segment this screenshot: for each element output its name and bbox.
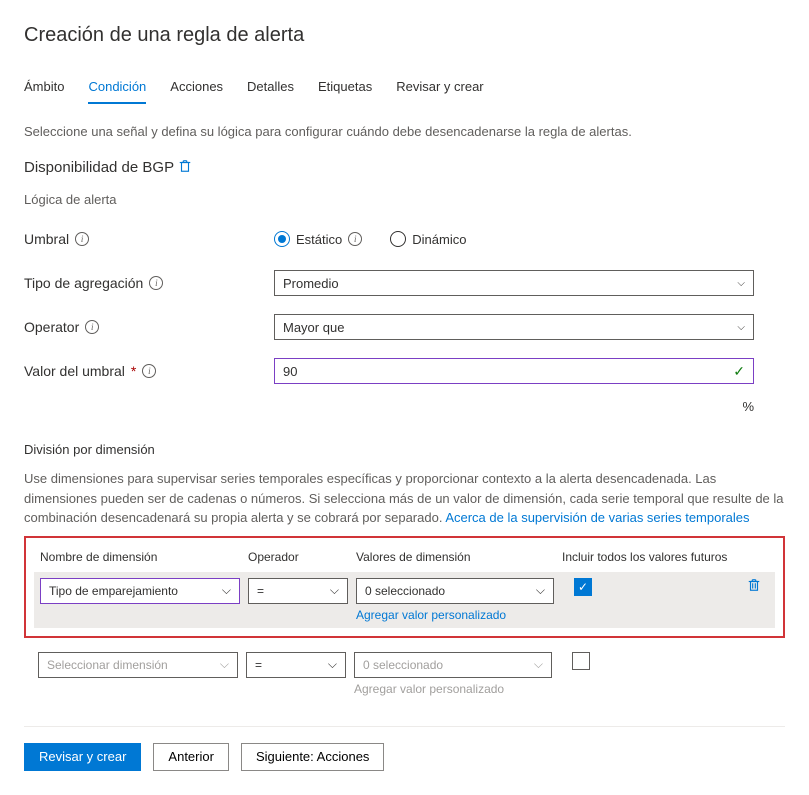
chevron-down-icon: ⌵ xyxy=(222,583,231,598)
chevron-down-icon: ⌵ xyxy=(330,583,339,598)
header-values: Valores de dimensión xyxy=(356,550,562,564)
review-create-button[interactable]: Revisar y crear xyxy=(24,743,141,771)
threshold-label: Umbral xyxy=(24,231,69,247)
threshold-suffix: % xyxy=(24,399,754,414)
add-custom-value-link[interactable]: Agregar valor personalizado xyxy=(356,608,554,622)
page-title: Creación de una regla de alerta xyxy=(24,24,785,47)
next-button[interactable]: Siguiente: Acciones xyxy=(241,743,384,771)
threshold-value-input[interactable]: 90 ✓ xyxy=(274,358,754,384)
operator-label: Operator xyxy=(24,319,79,335)
dimension-table-header: Nombre de dimensión Operador Valores de … xyxy=(34,546,775,572)
threshold-value: 90 xyxy=(283,364,297,379)
tabs-nav: Ámbito Condición Acciones Detalles Etiqu… xyxy=(24,79,785,104)
tab-tags[interactable]: Etiquetas xyxy=(318,79,372,104)
delete-signal-icon[interactable] xyxy=(178,159,192,176)
radio-dynamic-label: Dinámico xyxy=(412,232,466,247)
chevron-down-icon: ⌵ xyxy=(737,278,745,289)
radio-static[interactable]: Estático i xyxy=(274,231,362,247)
footer-actions: Revisar y crear Anterior Siguiente: Acci… xyxy=(24,726,785,771)
delete-row-icon[interactable] xyxy=(747,578,761,595)
header-operator: Operador xyxy=(248,550,356,564)
chevron-down-icon: ⌵ xyxy=(328,657,337,672)
radio-circle-icon xyxy=(390,231,406,247)
tab-scope[interactable]: Ámbito xyxy=(24,79,64,104)
dimension-value-select[interactable]: 0 seleccionado ⌵ xyxy=(354,652,552,678)
info-icon[interactable]: i xyxy=(142,364,156,378)
aggregation-value: Promedio xyxy=(283,276,339,291)
dimension-operator-select[interactable]: = ⌵ xyxy=(248,578,348,604)
aggregation-label: Tipo de agregación xyxy=(24,275,143,291)
chevron-down-icon: ⌵ xyxy=(534,657,543,672)
info-icon[interactable]: i xyxy=(149,276,163,290)
dimension-table-highlighted: Nombre de dimensión Operador Valores de … xyxy=(24,536,785,638)
add-custom-value-link: Agregar valor personalizado xyxy=(354,682,552,696)
dimension-operator-select[interactable]: = ⌵ xyxy=(246,652,346,678)
aggregation-select[interactable]: Promedio ⌵ xyxy=(274,270,754,296)
dimension-operator-value: = xyxy=(255,658,262,672)
dimension-learn-more-link[interactable]: Acerca de la supervisión de varias serie… xyxy=(445,510,749,525)
dimension-name-value: Tipo de emparejamiento xyxy=(49,584,178,598)
valid-check-icon: ✓ xyxy=(733,363,745,380)
dimension-value-placeholder: 0 seleccionado xyxy=(363,658,443,672)
chevron-down-icon: ⌵ xyxy=(737,322,745,333)
tab-review[interactable]: Revisar y crear xyxy=(396,79,483,104)
signal-name: Disponibilidad de BGP xyxy=(24,159,174,176)
dimension-description: Use dimensiones para supervisar series t… xyxy=(24,469,785,528)
tab-actions[interactable]: Acciones xyxy=(170,79,223,104)
include-future-checkbox[interactable] xyxy=(572,652,590,670)
radio-circle-icon xyxy=(274,231,290,247)
dimension-value-text: 0 seleccionado xyxy=(365,584,445,598)
info-icon[interactable]: i xyxy=(348,232,362,246)
header-include: Incluir todos los valores futuros xyxy=(562,550,769,564)
radio-static-label: Estático xyxy=(296,232,342,247)
threshold-value-label: Valor del umbral xyxy=(24,363,125,379)
radio-dynamic[interactable]: Dinámico xyxy=(390,231,466,247)
intro-description: Seleccione una señal y defina su lógica … xyxy=(24,124,785,139)
info-icon[interactable]: i xyxy=(85,320,99,334)
dimension-name-select[interactable]: Seleccionar dimensión ⌵ xyxy=(38,652,238,678)
dimension-name-select[interactable]: Tipo de emparejamiento ⌵ xyxy=(40,578,240,604)
dimension-row: Seleccionar dimensión ⌵ = ⌵ 0 selecciona… xyxy=(24,646,785,702)
tab-details[interactable]: Detalles xyxy=(247,79,294,104)
dimension-value-select[interactable]: 0 seleccionado ⌵ xyxy=(356,578,554,604)
dimension-operator-value: = xyxy=(257,584,264,598)
dimension-section-title: División por dimensión xyxy=(24,442,785,457)
info-icon[interactable]: i xyxy=(75,232,89,246)
operator-value: Mayor que xyxy=(283,320,344,335)
dimension-name-placeholder: Seleccionar dimensión xyxy=(47,658,168,672)
required-asterisk: * xyxy=(131,363,136,379)
alert-logic-label: Lógica de alerta xyxy=(24,192,785,207)
chevron-down-icon: ⌵ xyxy=(536,583,545,598)
previous-button[interactable]: Anterior xyxy=(153,743,229,771)
chevron-down-icon: ⌵ xyxy=(220,657,229,672)
dimension-row: Tipo de emparejamiento ⌵ = ⌵ 0 seleccion… xyxy=(34,572,775,628)
tab-condition[interactable]: Condición xyxy=(88,79,146,104)
header-name: Nombre de dimensión xyxy=(40,550,248,564)
include-future-checkbox[interactable]: ✓ xyxy=(574,578,592,596)
operator-select[interactable]: Mayor que ⌵ xyxy=(274,314,754,340)
